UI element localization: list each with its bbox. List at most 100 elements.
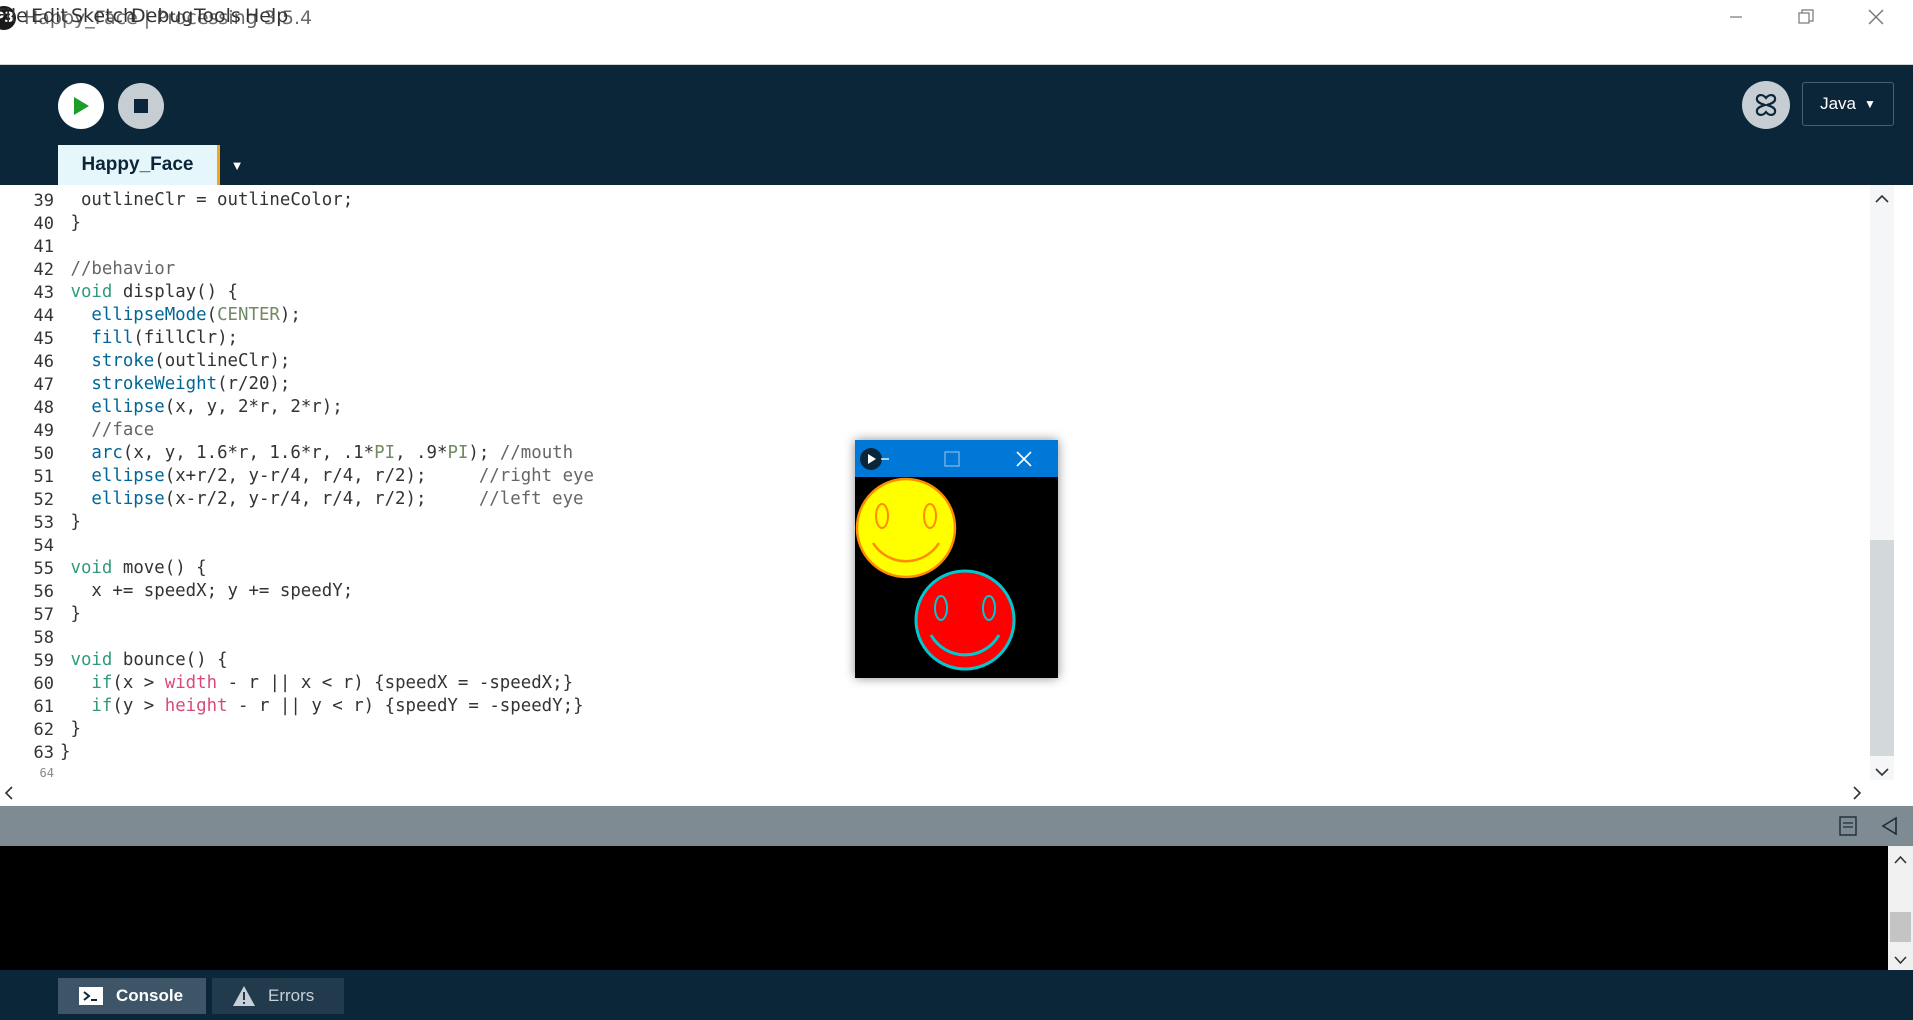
menu-file[interactable]: File bbox=[0, 5, 28, 27]
close-icon bbox=[1868, 9, 1884, 25]
mode-selector[interactable]: Java ▼ bbox=[1802, 82, 1894, 126]
red-happy-face bbox=[914, 569, 1016, 671]
line-number: 54 bbox=[33, 536, 54, 556]
line-number: 59 bbox=[33, 651, 54, 671]
code-line: strokeWeight(r/20); bbox=[91, 374, 291, 394]
line-number: 40 bbox=[33, 214, 54, 234]
line-number: 44 bbox=[33, 306, 54, 326]
chevron-left-icon bbox=[4, 786, 13, 800]
line-number: 47 bbox=[33, 375, 54, 395]
code-line: //behavior bbox=[70, 259, 176, 279]
line-number: 41 bbox=[33, 237, 54, 257]
code-line: } bbox=[60, 719, 81, 739]
line-number: 51 bbox=[33, 467, 54, 487]
chevron-down-icon: ▼ bbox=[230, 157, 244, 173]
yellow-happy-face bbox=[855, 477, 957, 579]
close-icon[interactable] bbox=[1015, 450, 1033, 468]
code-line: arc(x, y, 1.6*r, 1.6*r, .1*PI, .9*PI); /… bbox=[91, 443, 574, 463]
code-line: x += speedX; y += speedY; bbox=[60, 581, 354, 601]
restore-icon bbox=[1798, 9, 1814, 24]
code-line: void display() { bbox=[70, 282, 239, 302]
line-number: 62 bbox=[33, 720, 54, 740]
code-line: ellipseMode(CENTER); bbox=[91, 305, 301, 325]
collapse-console-icon[interactable] bbox=[1880, 815, 1900, 837]
code-line: if(x > width - r || x < r) {speedX = -sp… bbox=[91, 673, 574, 693]
code-line: fill(fillClr); bbox=[91, 328, 239, 348]
console-tab[interactable]: Console bbox=[58, 978, 206, 1014]
console-scrollbar[interactable] bbox=[1888, 846, 1913, 970]
menu-bar bbox=[0, 34, 1913, 66]
code-line: ellipse(x, y, 2*r, 2*r); bbox=[91, 397, 343, 417]
tab-happy-face[interactable]: Happy_Face bbox=[58, 145, 220, 185]
errors-tab-label: Errors bbox=[268, 986, 315, 1005]
code-line: stroke(outlineClr); bbox=[91, 351, 291, 371]
line-number: 45 bbox=[33, 329, 54, 349]
code-line: } bbox=[60, 512, 81, 532]
butterfly-icon bbox=[1755, 94, 1777, 116]
code-line: //face bbox=[91, 420, 155, 440]
line-number: 61 bbox=[33, 697, 54, 717]
line-number: 50 bbox=[33, 444, 54, 464]
editor-horizontal-scrollbar[interactable] bbox=[0, 780, 1894, 806]
chevron-down-icon bbox=[1894, 956, 1907, 965]
tab-menu-button[interactable]: ▼ bbox=[222, 145, 252, 185]
minimize-button[interactable] bbox=[1701, 0, 1771, 34]
chevron-right-icon bbox=[1853, 786, 1862, 800]
restore-button[interactable] bbox=[1771, 0, 1841, 34]
line-number: 43 bbox=[33, 283, 54, 303]
chevron-up-icon bbox=[1875, 194, 1889, 203]
editor-status-bar bbox=[0, 806, 1913, 846]
console-scroll-thumb[interactable] bbox=[1890, 912, 1911, 942]
stop-button[interactable] bbox=[118, 83, 164, 129]
menu-edit[interactable]: Edit bbox=[31, 5, 68, 27]
chevron-down-icon bbox=[1875, 768, 1889, 777]
mode-label: Java bbox=[1820, 94, 1857, 113]
menu-sketch[interactable]: Sketch bbox=[71, 5, 135, 27]
line-number: 48 bbox=[33, 398, 54, 418]
run-button[interactable] bbox=[58, 83, 104, 129]
minimize-icon bbox=[1730, 16, 1742, 18]
line-number: 64 bbox=[39, 766, 54, 780]
maximize-icon[interactable] bbox=[944, 451, 960, 467]
code-line: ellipse(x+r/2, y-r/4, r/4, r/2); //right… bbox=[91, 466, 594, 486]
code-line: void move() { bbox=[70, 558, 207, 578]
code-line: void bounce() { bbox=[70, 650, 228, 670]
line-number: 56 bbox=[33, 582, 54, 602]
warning-icon bbox=[233, 986, 255, 1006]
console-output[interactable] bbox=[0, 846, 1888, 970]
stop-icon bbox=[134, 99, 148, 113]
debug-button[interactable] bbox=[1742, 81, 1790, 129]
code-line: } bbox=[60, 742, 71, 762]
code-line: outlineClr = outlineColor; bbox=[60, 190, 354, 210]
console-tab-label: Console bbox=[116, 986, 184, 1005]
errors-tab[interactable]: Errors bbox=[212, 978, 344, 1014]
terminal-icon bbox=[79, 987, 103, 1005]
line-number: 60 bbox=[33, 674, 54, 694]
close-window-button[interactable] bbox=[1841, 0, 1911, 34]
menu-debug[interactable]: Debug bbox=[131, 5, 193, 27]
minimize-icon[interactable] bbox=[879, 453, 891, 465]
line-number: 39 bbox=[33, 191, 54, 211]
chevron-down-icon: ▼ bbox=[1864, 97, 1876, 111]
console-copy-icon[interactable] bbox=[1838, 815, 1860, 837]
code-line: ellipse(x-r/2, y-r/4, r/4, r/2); //left … bbox=[91, 489, 584, 509]
line-number: 52 bbox=[33, 490, 54, 510]
line-number: 63 bbox=[33, 743, 54, 763]
line-number: 49 bbox=[33, 421, 54, 441]
line-number: 55 bbox=[33, 559, 54, 579]
menu-tools[interactable]: Tools bbox=[194, 5, 241, 27]
line-number-gutter: 39 40 41 42 43 44 45 46 47 48 49 50 51 5… bbox=[0, 185, 60, 780]
line-number: 57 bbox=[33, 605, 54, 625]
code-line: if(y > height - r || y < r) {speedY = -s… bbox=[91, 696, 584, 716]
editor-scroll-thumb[interactable] bbox=[1870, 540, 1894, 756]
line-number: 53 bbox=[33, 513, 54, 533]
code-line: } bbox=[60, 213, 81, 233]
line-number: 42 bbox=[33, 260, 54, 280]
sketch-window-titlebar[interactable] bbox=[855, 440, 1058, 477]
play-icon bbox=[74, 97, 89, 115]
menu-help[interactable]: Help bbox=[245, 5, 288, 27]
line-number: 58 bbox=[33, 628, 54, 648]
